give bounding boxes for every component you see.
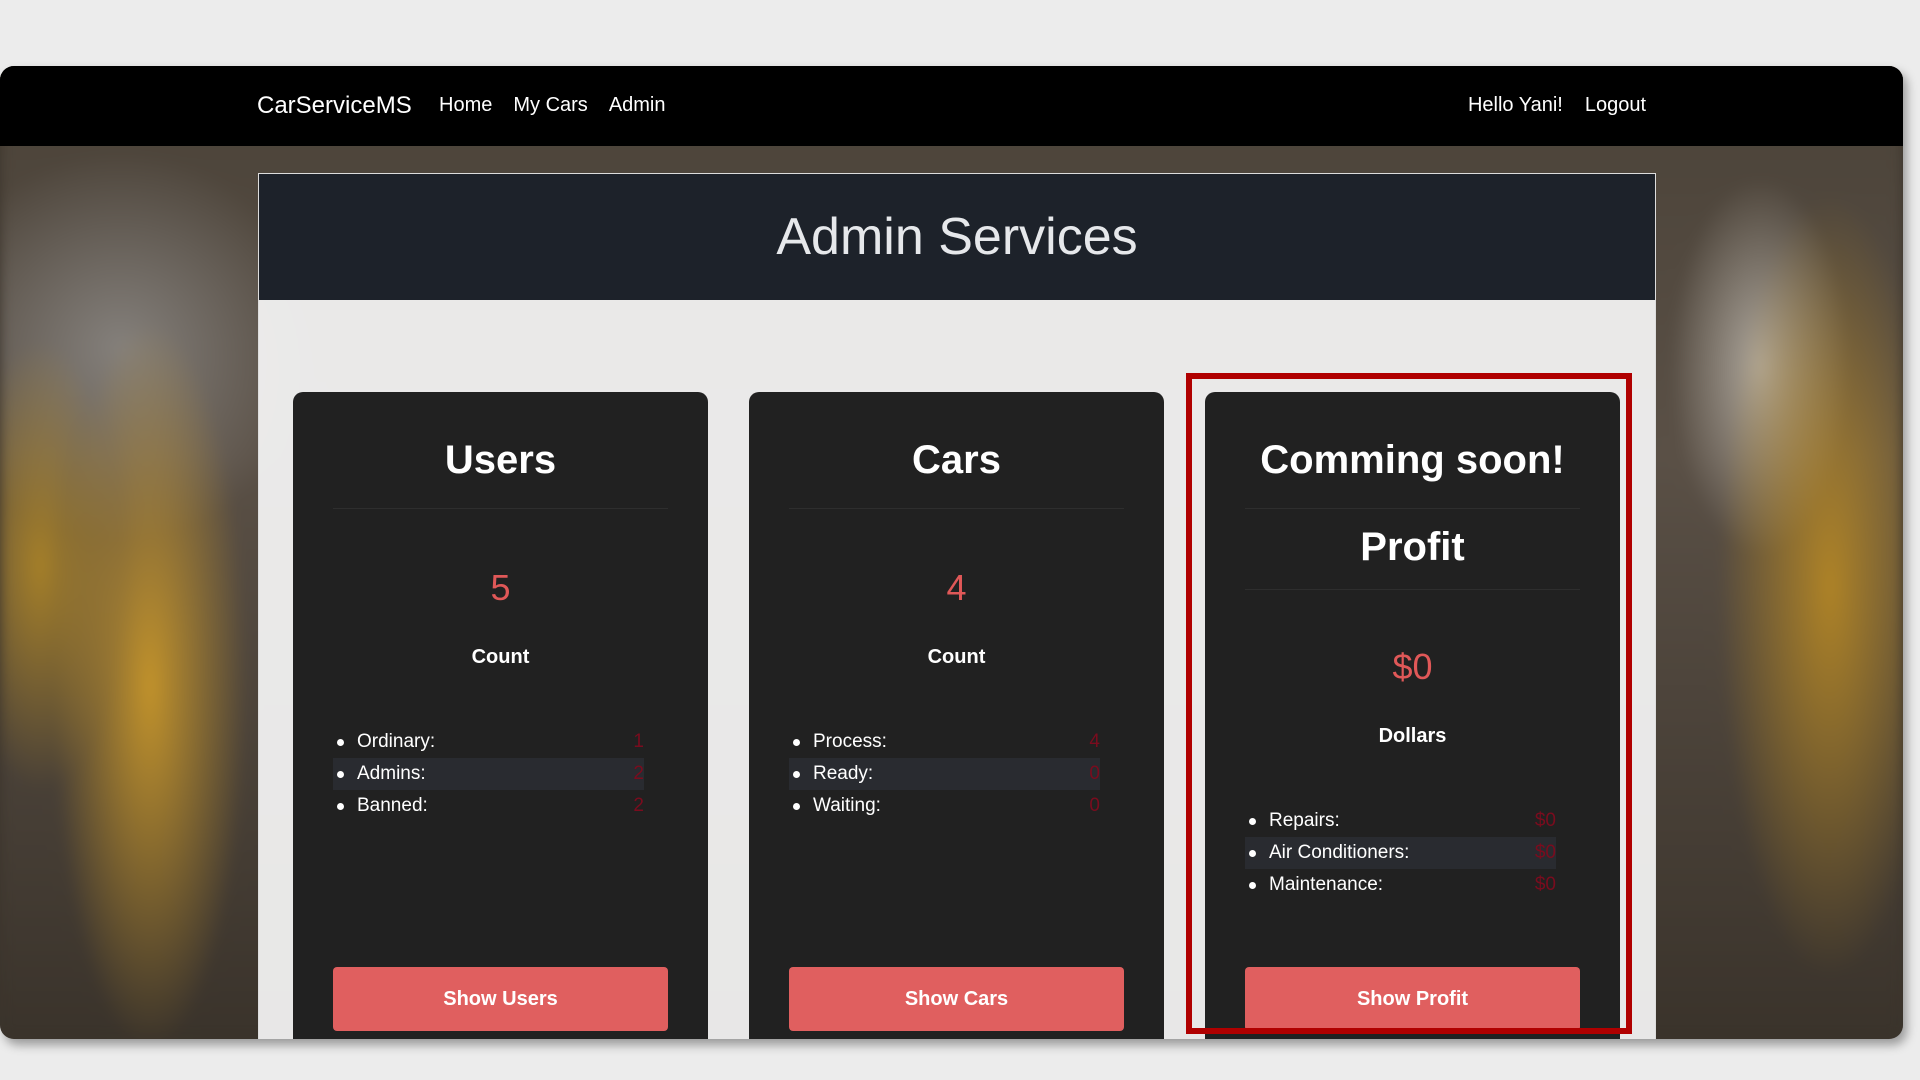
cars-stats-list: Process: 4 Ready: 0 Waiting: 0 <box>749 726 1164 822</box>
stat-value: $0 <box>1534 842 1556 863</box>
page-header: Admin Services <box>259 174 1655 300</box>
profit-card: Comming soon! Profit $0 Dollars Repairs:… <box>1205 392 1620 1039</box>
divider <box>333 508 668 509</box>
list-item: Air Conditioners: $0 <box>1245 837 1556 869</box>
list-item: Process: 4 <box>789 726 1100 758</box>
divider <box>789 508 1124 509</box>
brand-link[interactable]: CarServiceMS <box>257 92 412 120</box>
stat-label: Maintenance: <box>1269 874 1384 895</box>
stat-value: $0 <box>1534 874 1556 895</box>
logout-link[interactable]: Logout <box>1585 94 1646 117</box>
list-item: Maintenance: $0 <box>1245 869 1556 901</box>
list-item: Banned: 2 <box>333 790 644 822</box>
stat-value: 4 <box>1089 731 1100 752</box>
stat-label: Admins: <box>357 763 426 784</box>
show-profit-button[interactable]: Show Profit <box>1245 967 1580 1031</box>
list-item: Repairs: $0 <box>1245 805 1556 837</box>
users-stats-list: Ordinary: 1 Admins: 2 Banned: 2 <box>293 726 708 822</box>
list-item: Ordinary: 1 <box>333 726 644 758</box>
stat-label: Air Conditioners: <box>1269 842 1410 863</box>
nav-links: Home My Cars Admin <box>439 94 666 117</box>
stat-label: Process: <box>813 731 887 752</box>
cars-card: Cars 4 Count Process: 4 Ready: 0 Waiting: 0… <box>749 392 1164 1039</box>
stat-label: Banned: <box>357 795 428 816</box>
stat-label: Repairs: <box>1269 810 1340 831</box>
browser-window: CarServiceMS Home My Cars Admin Hello Ya… <box>0 66 1903 1039</box>
users-card: Users 5 Count Ordinary: 1 Admins: 2 Banned… <box>293 392 708 1039</box>
card-title: Users <box>444 438 557 482</box>
stat-value: 1 <box>633 731 644 752</box>
profit-stats-list: Repairs: $0 Air Conditioners: $0 Maintenan… <box>1205 805 1620 901</box>
page-title: Admin Services <box>776 208 1138 266</box>
stat-value: 2 <box>633 763 644 784</box>
stat-value: $0 <box>1534 810 1556 831</box>
dollars-label: Dollars <box>1378 725 1447 747</box>
nav-user-area: Hello Yani! Logout <box>1468 94 1646 117</box>
show-users-button[interactable]: Show Users <box>333 967 668 1031</box>
show-cars-button[interactable]: Show Cars <box>789 967 1124 1031</box>
divider <box>1245 589 1580 590</box>
stat-label: Waiting: <box>813 795 881 816</box>
coming-soon-banner: Comming soon! <box>1260 438 1565 482</box>
stat-label: Ready: <box>813 763 874 784</box>
card-title: Cars <box>912 438 1001 482</box>
stat-value: 0 <box>1089 763 1100 784</box>
nav-admin-link[interactable]: Admin <box>609 94 666 117</box>
nav-my-cars-link[interactable]: My Cars <box>513 94 587 117</box>
stat-value: 0 <box>1089 795 1100 816</box>
users-count-value: 5 <box>490 567 511 608</box>
nav-home-link[interactable]: Home <box>439 94 492 117</box>
list-item: Waiting: 0 <box>789 790 1100 822</box>
admin-panel: Admin Services Users 5 Count Ordinary: 1 … <box>258 173 1656 1039</box>
count-label: Count <box>927 646 986 668</box>
count-label: Count <box>471 646 530 668</box>
list-item: Admins: 2 <box>333 758 644 790</box>
profit-value: $0 <box>1392 646 1433 687</box>
list-item: Ready: 0 <box>789 758 1100 790</box>
stat-label: Ordinary: <box>357 731 436 752</box>
navbar: CarServiceMS Home My Cars Admin Hello Ya… <box>0 66 1903 146</box>
cars-count-value: 4 <box>946 567 967 608</box>
stat-value: 2 <box>633 795 644 816</box>
greeting-link[interactable]: Hello Yani! <box>1468 94 1563 117</box>
card-title: Profit <box>1360 525 1465 569</box>
